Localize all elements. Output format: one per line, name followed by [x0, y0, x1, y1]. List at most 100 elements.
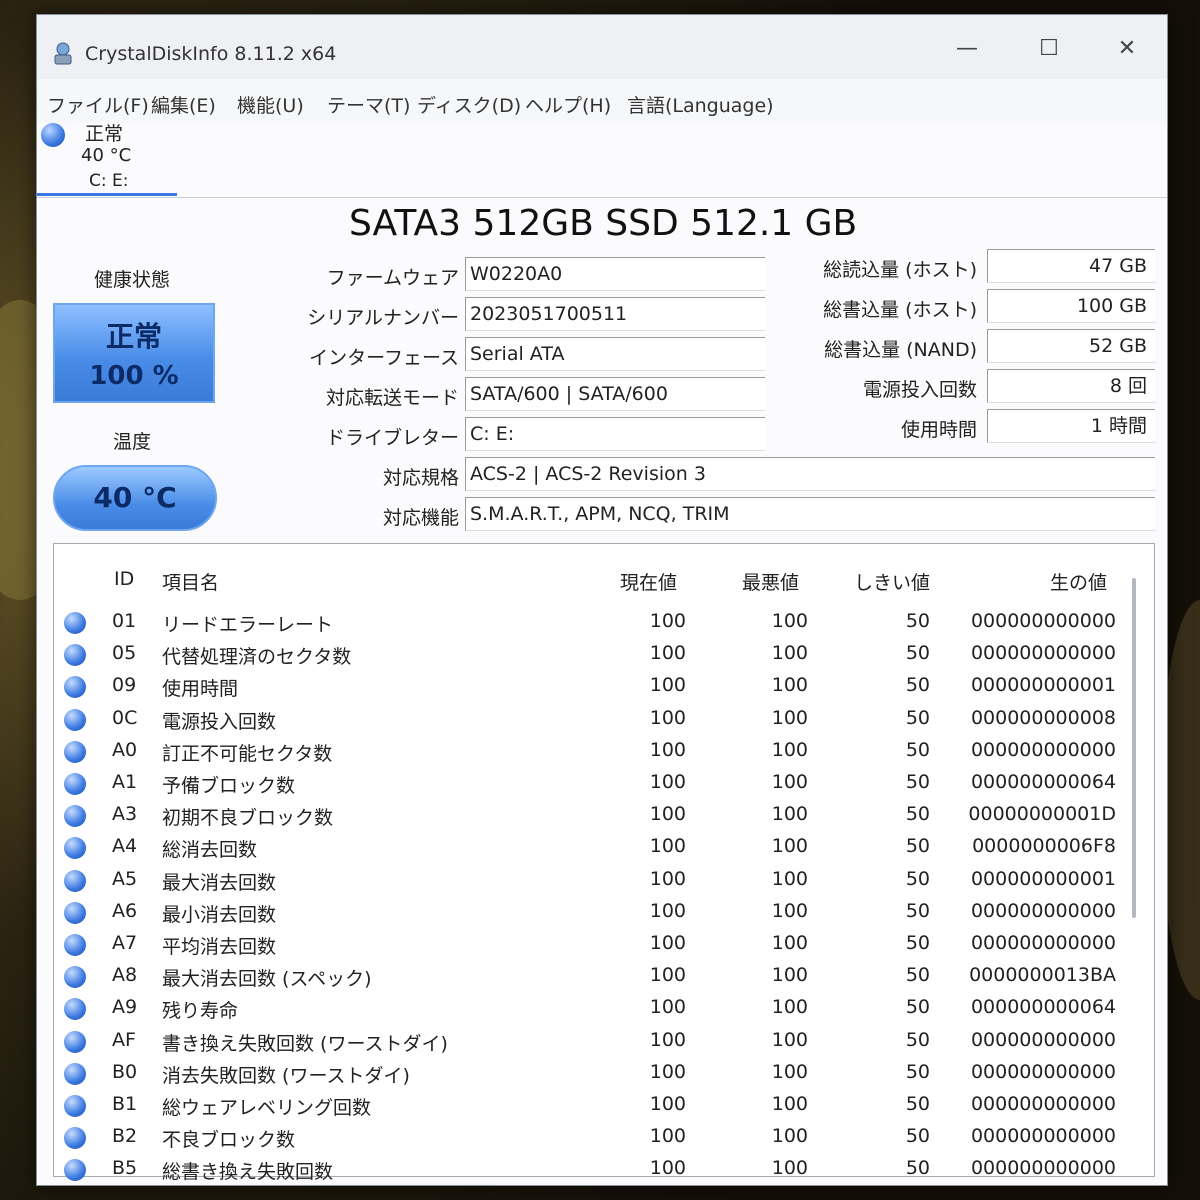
- cell-threshold: 50: [905, 867, 930, 890]
- table-row[interactable]: 0C 電源投入回数 100 100 50 000000000008: [54, 703, 1134, 735]
- menu-edit[interactable]: 編集(E): [151, 91, 216, 118]
- cell-threshold: 50: [905, 642, 930, 665]
- drive-tab-letters: C: E:: [89, 171, 129, 191]
- table-row[interactable]: B2 不良ブロック数 100 100 50 000000000000: [54, 1121, 1134, 1153]
- column-header-raw[interactable]: 生の値: [1050, 568, 1107, 595]
- status-dot-icon: [64, 1127, 86, 1150]
- power-on-hours-value: 1 時間: [987, 409, 1155, 443]
- column-header-current[interactable]: 現在値: [620, 568, 677, 595]
- cell-raw: 0000000006F8: [972, 835, 1116, 858]
- column-header-worst[interactable]: 最悪値: [742, 568, 799, 595]
- minimize-button[interactable]: —: [937, 29, 997, 69]
- table-row[interactable]: A7 平均消去回数 100 100 50 000000000000: [54, 928, 1134, 960]
- cell-worst: 100: [771, 1028, 808, 1051]
- table-scrollbar[interactable]: [1132, 578, 1136, 918]
- firmware-value: W0220A0: [465, 257, 765, 291]
- maximize-button[interactable]: ☐: [1019, 29, 1079, 69]
- table-row[interactable]: A0 訂正不可能セクタ数 100 100 50 000000000000: [54, 735, 1134, 767]
- standard-value: ACS-2 | ACS-2 Revision 3: [465, 457, 1155, 491]
- table-row[interactable]: A5 最大消去回数 100 100 50 000000000001: [54, 864, 1134, 896]
- table-row[interactable]: A4 総消去回数 100 100 50 0000000006F8: [54, 831, 1134, 863]
- status-dot-icon: [64, 998, 86, 1021]
- temperature-label: 温度: [112, 431, 151, 453]
- table-row[interactable]: B0 消去失敗回数 (ワーストダイ) 100 100 50 000000000000: [54, 1057, 1134, 1089]
- host-writes-value: 100 GB: [987, 289, 1155, 323]
- close-button[interactable]: ✕: [1097, 29, 1157, 69]
- interface-value: Serial ATA: [465, 337, 765, 371]
- table-row[interactable]: 09 使用時間 100 100 50 000000000001: [54, 670, 1134, 702]
- table-row[interactable]: 01 リードエラーレート 100 100 50 000000000000: [54, 606, 1134, 638]
- cell-threshold: 50: [905, 706, 930, 729]
- cell-id: A7: [112, 932, 138, 954]
- status-dot-icon: [64, 1159, 86, 1182]
- table-row[interactable]: AF 書き換え失敗回数 (ワーストダイ) 100 100 50 000000000000: [54, 1025, 1134, 1057]
- health-label: 健康状態: [93, 269, 170, 291]
- status-dot-icon: [64, 1062, 86, 1085]
- drive-tab[interactable]: 正常 40 °C C: E:: [37, 119, 177, 197]
- divider: [37, 197, 1167, 198]
- cell-name: 予備ブロック数: [162, 775, 296, 797]
- features-value: S.M.A.R.T., APM, NCQ, TRIM: [465, 497, 1155, 531]
- cell-raw: 000000000000: [970, 1093, 1116, 1115]
- cell-name: 総書き換え失敗回数: [162, 1161, 334, 1184]
- power-on-count-value: 8 回: [987, 369, 1155, 403]
- window-title: CrystalDiskInfo 8.11.2 x64: [85, 43, 337, 65]
- cell-current: 100: [649, 610, 686, 632]
- temperature-button[interactable]: 40 °C: [53, 465, 217, 531]
- cell-worst: 100: [771, 1060, 808, 1083]
- table-row[interactable]: A8 最大消去回数 (スペック) 100 100 50 0000000013BA: [54, 960, 1134, 992]
- menu-disk[interactable]: ディスク(D): [417, 91, 521, 118]
- menu-file[interactable]: ファイル(F): [47, 91, 149, 118]
- table-row[interactable]: B1 総ウェアレベリング回数 100 100 50 000000000000: [54, 1089, 1134, 1121]
- table-row[interactable]: A6 最小消去回数 100 100 50 000000000000: [54, 896, 1134, 928]
- firmware-label: ファームウェア: [326, 267, 459, 289]
- cell-worst: 100: [771, 706, 808, 729]
- cell-worst: 100: [771, 996, 808, 1019]
- nand-writes-label: 総書込量 (NAND): [824, 339, 977, 361]
- title-bar[interactable]: CrystalDiskInfo 8.11.2 x64 — ☐ ✕: [37, 15, 1167, 79]
- table-row[interactable]: A1 予備ブロック数 100 100 50 000000000064: [54, 767, 1134, 799]
- drive-tab-temp: 40 °C: [81, 145, 132, 166]
- power-on-count-label: 電源投入回数: [862, 379, 977, 401]
- column-header-threshold[interactable]: しきい値: [854, 568, 930, 595]
- menu-theme[interactable]: テーマ(T): [327, 91, 410, 118]
- menu-help[interactable]: ヘルプ(H): [525, 91, 611, 118]
- menu-bar: ファイル(F) 編集(E) 機能(U) テーマ(T) ディスク(D) ヘルプ(H…: [37, 79, 1167, 123]
- standard-label: 対応規格: [382, 467, 459, 489]
- cell-name: 書き換え失敗回数 (ワーストダイ): [162, 1032, 448, 1055]
- table-row[interactable]: B5 総書き換え失敗回数 100 100 50 000000000000: [54, 1153, 1134, 1185]
- cell-current: 100: [649, 674, 686, 697]
- cell-threshold: 50: [905, 964, 930, 987]
- status-dot-icon: [64, 740, 86, 763]
- power-on-hours-label: 使用時間: [900, 419, 977, 441]
- serial-label: シリアルナンバー: [307, 307, 459, 329]
- disk-model: SATA3 512GB SSD 512.1 GB: [349, 203, 858, 244]
- table-row[interactable]: A3 初期不良ブロック数 100 100 50 00000000001D: [54, 799, 1134, 831]
- cell-threshold: 50: [905, 1093, 930, 1115]
- cell-current: 100: [649, 771, 686, 793]
- cell-worst: 100: [771, 642, 808, 665]
- cell-id: A4: [112, 835, 138, 858]
- cell-raw: 000000000000: [970, 642, 1116, 665]
- table-row[interactable]: A9 残り寿命 100 100 50 000000000064: [54, 992, 1134, 1024]
- cell-id: 09: [112, 674, 137, 697]
- cell-raw: 00000000001D: [968, 803, 1116, 826]
- nand-writes-value: 52 GB: [987, 329, 1155, 363]
- health-status-button[interactable]: 正常 100 %: [53, 303, 215, 403]
- cell-id: A8: [112, 964, 138, 987]
- status-dot-icon: [64, 901, 86, 924]
- status-dot-icon: [64, 644, 86, 667]
- drive-letter-value: C: E:: [465, 417, 765, 451]
- menu-language[interactable]: 言語(Language): [627, 91, 774, 118]
- cell-threshold: 50: [905, 1060, 930, 1083]
- smart-table[interactable]: ID 項目名 現在値 最悪値 しきい値 生の値 01 リードエラーレート 100 10…: [53, 543, 1155, 1183]
- table-row[interactable]: 05 代替処理済のセクタ数 100 100 50 000000000000: [54, 638, 1134, 670]
- cell-name: 代替処理済のセクタ数: [162, 646, 352, 669]
- column-header-id[interactable]: ID: [114, 568, 134, 590]
- column-header-name[interactable]: 項目名: [162, 568, 219, 595]
- cell-id: B5: [112, 1157, 138, 1180]
- menu-function[interactable]: 機能(U): [237, 91, 304, 118]
- host-writes-label: 総書込量 (ホスト): [823, 299, 977, 321]
- cell-threshold: 50: [905, 835, 930, 858]
- cell-name: 初期不良ブロック数: [162, 807, 334, 830]
